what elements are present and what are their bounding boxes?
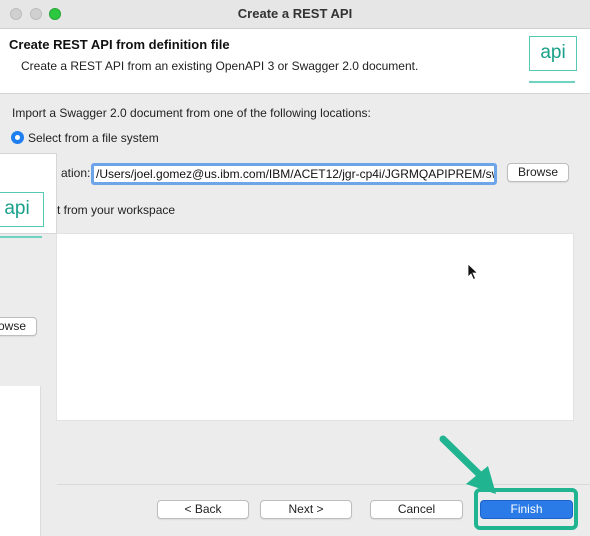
background-api-logo: api bbox=[0, 192, 44, 227]
api-logo: api bbox=[529, 36, 577, 71]
workspace-option-label: t from your workspace bbox=[57, 203, 176, 217]
window-title: Create a REST API bbox=[237, 6, 353, 21]
finish-button[interactable]: Finish bbox=[480, 500, 573, 519]
background-logo-underline bbox=[0, 236, 42, 238]
location-input[interactable]: /Users/joel.gomez@us.ibm.com/IBM/ACET12/… bbox=[91, 163, 497, 185]
background-browse-button[interactable]: owse bbox=[0, 317, 37, 336]
footer-separator bbox=[57, 484, 590, 485]
background-dialog-panel bbox=[0, 386, 41, 536]
api-logo-underline bbox=[529, 81, 575, 83]
file-system-radio[interactable] bbox=[11, 131, 24, 144]
import-instruction: Import a Swagger 2.0 document from one o… bbox=[12, 106, 371, 120]
cancel-button[interactable]: Cancel bbox=[370, 500, 463, 519]
background-dialog-fragment: api bbox=[0, 153, 57, 238]
workspace-tree[interactable] bbox=[56, 233, 574, 421]
location-label: ation: bbox=[61, 166, 91, 180]
back-button[interactable]: < Back bbox=[157, 500, 249, 519]
wizard-title: Create REST API from definition file bbox=[9, 37, 230, 52]
browse-button[interactable]: Browse bbox=[507, 163, 569, 182]
wizard-header: Create REST API from definition file Cre… bbox=[0, 29, 590, 94]
mouse-pointer-icon bbox=[467, 263, 479, 281]
window-titlebar: Create a REST API bbox=[0, 0, 590, 29]
wizard-description: Create a REST API from an existing OpenA… bbox=[21, 59, 419, 73]
file-system-label: Select from a file system bbox=[28, 131, 159, 145]
arrow-down-right-icon bbox=[439, 435, 496, 494]
next-button[interactable]: Next > bbox=[260, 500, 352, 519]
